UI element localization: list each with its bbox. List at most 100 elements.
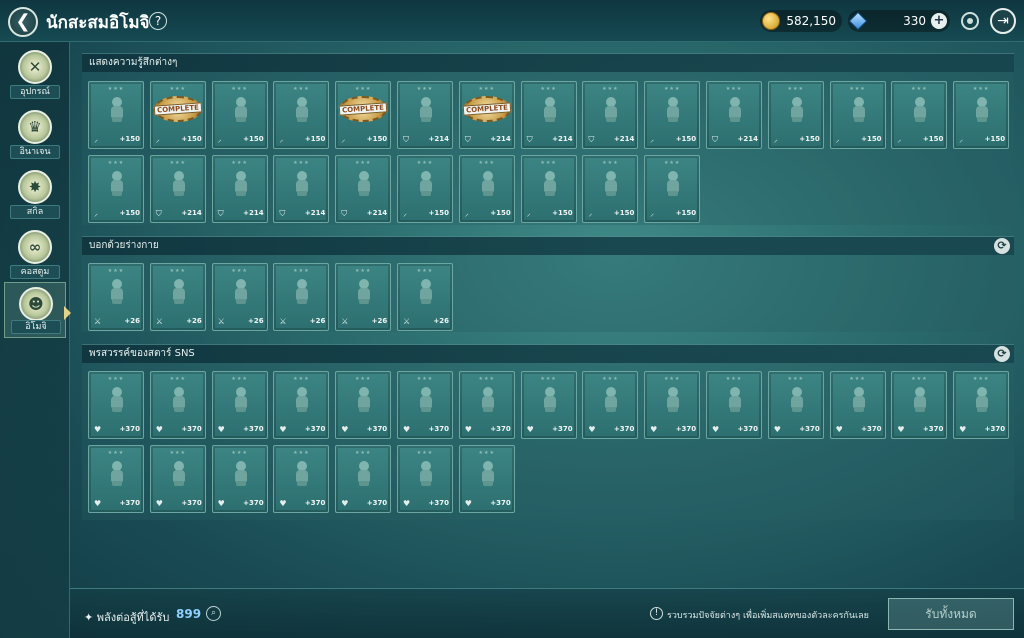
emoji-card[interactable]: ★★★ ⸝ +150 [582,155,639,223]
claim-all-button[interactable]: รับทั้งหมด [888,598,1014,630]
emoji-card[interactable]: ★★★ ⛉ +214 [582,81,639,149]
emoji-card[interactable]: ★★★ ⸝ +150 [520,155,577,223]
emoji-card[interactable]: ★★★ ♥ +370 [767,371,824,439]
emoji-card[interactable]: ★★★ ⸝ +150 [88,81,144,149]
complete-label: COMPLETE [338,102,388,116]
emoji-card[interactable]: ★★★ ♥ +370 [211,445,268,513]
crossed-swords-icon: ⚔ [402,317,411,326]
emoji-card[interactable]: ★★★ ♥ +370 [149,371,206,439]
emoji-card[interactable]: ★★★ ⸝ +150 [88,155,144,223]
emoji-card[interactable]: ★★★ ⸝ +150 [396,155,453,223]
help-button[interactable]: ? [149,12,167,30]
emoji-card[interactable]: ★★★ ⸝ +150 [767,81,824,149]
emoji-card[interactable]: ★★★ ♥ +370 [458,371,515,439]
emoji-card[interactable]: ★★★ ⸝ +150 [953,81,1010,149]
emoji-card[interactable]: ★★★ ⸝ +150 [273,81,330,149]
shield-icon: ⛉ [155,209,162,218]
emoji-card[interactable]: ★★★ ♥ +370 [88,445,144,513]
emoji-card[interactable]: ★★★ COMPLETE ⸝ +150 [149,81,206,149]
emoji-card[interactable]: ★★★ ⚔ +26 [273,263,330,331]
power-label-text: พลังต่อสู้ที่ได้รับ [96,611,170,624]
emoji-card[interactable]: ★★★ ♥ +370 [211,371,268,439]
heart-icon: ♥ [526,425,534,434]
emoji-card[interactable]: ★★★ ♥ +370 [149,445,206,513]
emoji-card[interactable]: ★★★ ⛉ +214 [396,81,453,149]
sidebar-item-skill[interactable]: ✸ สกิล [4,166,66,222]
emoji-card[interactable]: ★★★ ♥ +370 [829,371,886,439]
card-stat: ♥ +370 [586,424,634,435]
emoji-art-icon [346,382,382,418]
card-stat: ⛉ +214 [586,134,634,145]
sword-icon: ⸝ [341,135,346,144]
emoji-card[interactable]: ★★★ ♥ +370 [953,371,1010,439]
shield-icon: ⛉ [217,209,224,218]
card-stat: ♥ +370 [401,498,449,509]
card-stat: ♥ +370 [154,424,202,435]
emoji-card[interactable]: ★★★ ♥ +370 [273,445,330,513]
emoji-card[interactable]: ★★★ ⛉ +214 [335,155,392,223]
emoji-card[interactable]: ★★★ ⚔ +26 [396,263,453,331]
stat-value: +26 [371,317,388,325]
emoji-card[interactable]: ★★★ ⸝ +150 [644,81,701,149]
emoji-card[interactable]: ★★★ ♥ +370 [705,371,762,439]
emoji-card[interactable]: ★★★ ⚔ +26 [211,263,268,331]
heart-icon: ♥ [959,425,967,434]
refresh-button[interactable]: ⟳ [994,238,1010,254]
emoji-card[interactable]: ★★★ ♥ +370 [582,371,639,439]
emoji-card[interactable]: ★★★ ♥ +370 [520,371,577,439]
stat-value: +370 [119,425,140,433]
sidebar-item-equipment[interactable]: ✕ อุปกรณ์ [4,46,66,102]
emoji-card[interactable]: ★★★ ⚔ +26 [149,263,206,331]
emoji-card[interactable]: ★★★ ⛉ +214 [520,81,577,149]
card-stat: ⸝ +150 [339,134,387,145]
emoji-card[interactable]: ★★★ ⸝ +150 [458,155,515,223]
shield-icon: ⛉ [711,135,718,144]
emoji-art-icon [161,274,197,310]
sidebar-item-inagen[interactable]: ♛ อินาเจน [4,106,66,162]
emoji-card[interactable]: ★★★ ⸝ +150 [829,81,886,149]
emoji-card[interactable]: ★★★ ♥ +370 [335,371,392,439]
heart-icon: ♥ [464,425,472,434]
emoji-card[interactable]: ★★★ ♥ +370 [88,371,144,439]
card-stat: ♥ +370 [339,498,387,509]
emoji-card[interactable]: ★★★ ♥ +370 [458,445,515,513]
magnify-icon[interactable]: ⌕ [206,606,221,621]
sidebar-item-emoji[interactable]: ☻ อิโมจิ [4,282,66,338]
stat-value: +150 [799,135,820,143]
emoji-card[interactable]: ★★★ ⸝ +150 [891,81,948,149]
shield-icon: ⛉ [402,135,409,144]
emoji-card[interactable]: ★★★ ⛉ +214 [273,155,330,223]
emoji-card[interactable]: ★★★ ⛉ +214 [705,81,762,149]
settings-icon[interactable] [961,12,979,30]
sword-icon: ⸝ [835,135,840,144]
back-button[interactable]: ❮ [8,7,38,37]
emoji-art-icon [408,274,444,310]
emoji-card[interactable]: ★★★ ♥ +370 [273,371,330,439]
page-title: นักสะสมอิโมจิ [46,13,150,33]
sidebar-item-costume[interactable]: ∞ คอสตูม [4,226,66,282]
emoji-card[interactable]: ★★★ ♥ +370 [396,445,453,513]
stat-value: +370 [243,499,264,507]
emoji-card[interactable]: ★★★ COMPLETE ⛉ +214 [458,81,515,149]
emoji-card[interactable]: ★★★ COMPLETE ⸝ +150 [335,81,392,149]
emoji-art-icon [99,92,135,128]
refresh-button[interactable]: ⟳ [994,346,1010,362]
emoji-card[interactable]: ★★★ ⚔ +26 [88,263,144,331]
emoji-card[interactable]: ★★★ ♥ +370 [891,371,948,439]
exit-button[interactable]: ⇥ [990,8,1016,34]
emoji-card[interactable]: ★★★ ⸝ +150 [644,155,701,223]
emoji-card[interactable]: ★★★ ♥ +370 [335,445,392,513]
emoji-card[interactable]: ★★★ ⚔ +26 [335,263,392,331]
emoji-art-icon [841,382,877,418]
card-stat: ⸝ +150 [154,134,202,145]
card-stat: ⛉ +214 [154,208,202,219]
card-stat: ♥ +370 [216,424,264,435]
emoji-card[interactable]: ★★★ ⛉ +214 [149,155,206,223]
emoji-card[interactable]: ★★★ ♥ +370 [396,371,453,439]
emoji-card[interactable]: ★★★ ♥ +370 [644,371,701,439]
emoji-card[interactable]: ★★★ ⸝ +150 [211,81,268,149]
heart-icon: ♥ [155,425,163,434]
add-gems-button[interactable]: + [931,13,947,29]
emoji-card[interactable]: ★★★ ⛉ +214 [211,155,268,223]
tools-icon: ✕ [18,50,52,84]
